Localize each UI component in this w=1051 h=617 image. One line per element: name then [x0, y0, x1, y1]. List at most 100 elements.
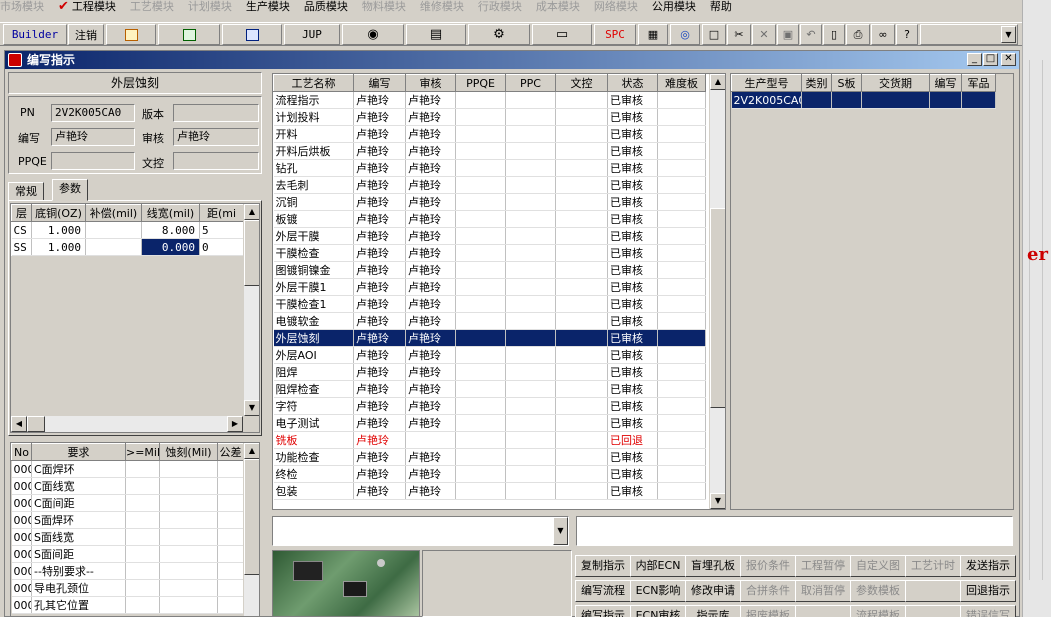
process-cell[interactable]: 干膜检查	[273, 244, 354, 262]
author-field[interactable]: 卢艳玲	[51, 128, 135, 146]
param-header-0[interactable]: 层	[11, 204, 32, 222]
action-button-2-4[interactable]	[795, 605, 851, 617]
process-row[interactable]: 阻焊检查 卢艳玲 卢艳玲 已审核	[273, 380, 706, 398]
process-cell[interactable]: 卢艳玲	[405, 278, 456, 296]
menu-item-11[interactable]: 公用模块	[652, 1, 696, 13]
process-cell[interactable]: 已审核	[607, 346, 658, 364]
process-cell[interactable]	[555, 227, 608, 245]
process-cell[interactable]	[505, 91, 556, 109]
model-header-4[interactable]: 编写	[929, 74, 962, 92]
process-cell[interactable]: 板镀	[273, 210, 354, 228]
process-cell[interactable]: 已回退	[607, 431, 658, 449]
req-cell[interactable]: 000	[11, 494, 32, 512]
pn-field[interactable]: 2V2K005CA0	[51, 104, 135, 122]
req-cell[interactable]	[125, 494, 160, 512]
process-row[interactable]: 外层AOI 卢艳玲 卢艳玲 已审核	[273, 346, 706, 364]
process-cell[interactable]: 沉铜	[273, 193, 354, 211]
process-cell[interactable]	[505, 431, 556, 449]
process-cell[interactable]: 已审核	[607, 159, 658, 177]
action-button-2-3[interactable]: 报废模板	[740, 605, 796, 617]
process-cell[interactable]	[657, 227, 706, 245]
process-row[interactable]: 包装 卢艳玲 卢艳玲 已审核	[273, 482, 706, 500]
param-cell[interactable]	[85, 221, 142, 239]
param-hscroll-thumb[interactable]	[27, 416, 45, 432]
action-button-1-2[interactable]: 修改申请	[685, 580, 741, 602]
action-button-0-5[interactable]: 自定义图	[850, 555, 906, 577]
process-cell[interactable]	[505, 108, 556, 126]
process-cell[interactable]	[455, 193, 506, 211]
process-cell[interactable]	[555, 312, 608, 330]
process-cell[interactable]: 开料后烘板	[273, 142, 354, 160]
process-cell[interactable]	[657, 431, 706, 449]
process-cell[interactable]	[555, 244, 608, 262]
req-cell[interactable]	[159, 494, 218, 512]
process-cell[interactable]: 卢艳玲	[405, 142, 456, 160]
param-cell[interactable]: 0	[199, 238, 244, 256]
req-cell[interactable]	[217, 477, 244, 495]
process-cell[interactable]: 卢艳玲	[353, 431, 406, 449]
req-cell[interactable]	[125, 477, 160, 495]
req-cell[interactable]: 导电孔颈位	[31, 579, 126, 597]
req-row[interactable]: 000C面间距	[11, 494, 244, 512]
process-cell[interactable]	[555, 261, 608, 279]
req-cell[interactable]	[217, 596, 244, 614]
process-cell[interactable]: 卢艳玲	[353, 482, 406, 500]
process-cell[interactable]	[455, 380, 506, 398]
process-cell[interactable]: 字符	[273, 397, 354, 415]
req-cell[interactable]: 000	[11, 545, 32, 563]
req-cell[interactable]: 孔其它位置	[31, 596, 126, 614]
req-cell[interactable]	[125, 460, 160, 478]
scroll-right-icon[interactable]: ▶	[227, 416, 243, 432]
tab-general[interactable]: 常规	[8, 182, 44, 201]
action-button-0-7[interactable]: 发送指示	[960, 555, 1016, 577]
action-button-1-7[interactable]: 回退指示	[960, 580, 1016, 602]
process-cell[interactable]: 卢艳玲	[353, 108, 406, 126]
scroll-down-icon[interactable]: ▼	[244, 400, 259, 416]
process-cell[interactable]: 已审核	[607, 125, 658, 143]
action-button-0-3[interactable]: 报价条件	[740, 555, 796, 577]
model-header-2[interactable]: S板	[831, 74, 862, 92]
process-cell[interactable]: 卢艳玲	[405, 295, 456, 313]
process-cell[interactable]: 已审核	[607, 363, 658, 381]
process-cell[interactable]	[455, 210, 506, 228]
process-row[interactable]: 计划投料 卢艳玲 卢艳玲 已审核	[273, 108, 706, 126]
process-cell[interactable]	[657, 193, 706, 211]
model-cell[interactable]	[861, 91, 930, 109]
computer-button[interactable]: ▭	[532, 24, 592, 45]
action-button-0-6[interactable]: 工艺计时	[905, 555, 961, 577]
logout-button[interactable]: 注销	[68, 24, 104, 45]
process-header-6[interactable]: 状态	[607, 74, 658, 92]
process-cell[interactable]: 卢艳玲	[353, 142, 406, 160]
req-cell[interactable]	[217, 494, 244, 512]
req-cell[interactable]: C面线宽	[31, 477, 126, 495]
bottom-right-field[interactable]	[576, 516, 1013, 546]
process-cell[interactable]: 已审核	[607, 448, 658, 466]
process-cell[interactable]	[455, 312, 506, 330]
process-cell[interactable]	[505, 142, 556, 160]
param-cell[interactable]: SS	[11, 238, 32, 256]
process-cell[interactable]	[657, 329, 706, 347]
req-row[interactable]: 000S面焊环	[11, 511, 244, 529]
minimize-button[interactable]: _	[967, 53, 982, 66]
process-row[interactable]: 终检 卢艳玲 卢艳玲 已审核	[273, 465, 706, 483]
req-cell[interactable]: 000	[11, 596, 32, 614]
process-cell[interactable]	[505, 465, 556, 483]
process-cell[interactable]: 外层干膜1	[273, 278, 354, 296]
req-row[interactable]: 000导电孔颈位	[11, 579, 244, 597]
process-cell[interactable]: 卢艳玲	[353, 346, 406, 364]
process-cell[interactable]: 卢艳玲	[405, 414, 456, 432]
action-button-2-6[interactable]	[905, 605, 961, 617]
process-cell[interactable]	[555, 142, 608, 160]
process-cell[interactable]	[657, 244, 706, 262]
builder-button[interactable]: Builder	[3, 24, 67, 45]
process-cell[interactable]	[657, 363, 706, 381]
process-cell[interactable]: 已审核	[607, 227, 658, 245]
process-cell[interactable]: 卢艳玲	[353, 244, 406, 262]
process-cell[interactable]: 已审核	[607, 193, 658, 211]
database-button[interactable]: ▤	[406, 24, 466, 45]
action-button-1-4[interactable]: 取消暂停	[795, 580, 851, 602]
req-cell[interactable]	[125, 579, 160, 597]
process-cell[interactable]: 卢艳玲	[405, 91, 456, 109]
help-button[interactable]: ?	[896, 24, 918, 45]
action-button-1-0[interactable]: 编写流程	[575, 580, 631, 602]
